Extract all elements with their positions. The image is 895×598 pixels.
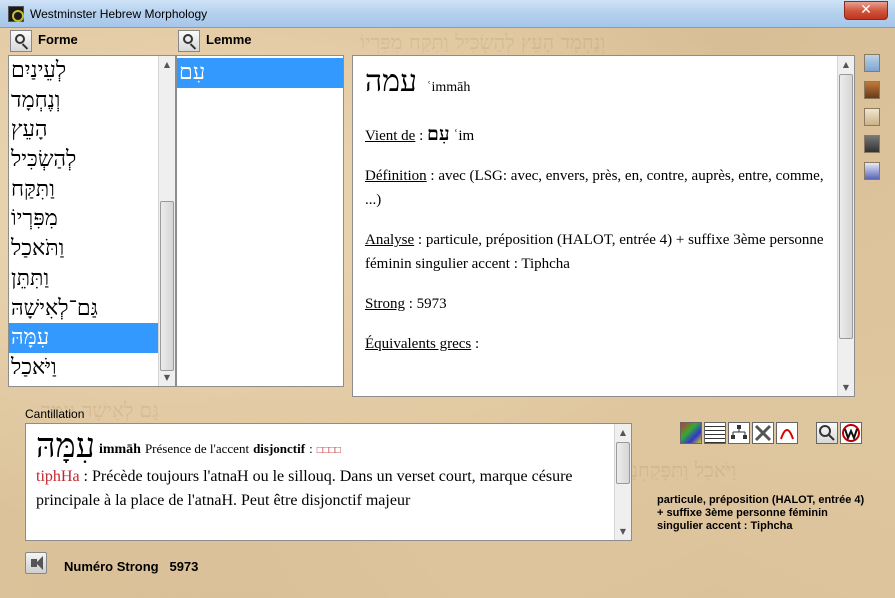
detail-translit: ʿimmāh: [426, 80, 471, 95]
cantillation-translit: immāh: [98, 442, 141, 457]
book-icon[interactable]: [864, 81, 880, 99]
cantillation-label: Cantillation: [25, 407, 85, 421]
equivalents-row: Équivalents grecs :: [365, 332, 835, 356]
westminster-logo-icon[interactable]: [840, 422, 862, 444]
forme-item[interactable]: וַתִּקַּח: [9, 175, 175, 205]
strong-text: : 5973: [405, 296, 447, 312]
background-text: וַיֹּאכַל וַתִּפָּקַחְנָה: [620, 458, 737, 482]
forme-label: Forme: [38, 32, 78, 47]
books-icon[interactable]: [680, 422, 702, 444]
background-text: וְנֶחְמָד הָעֵץ לְהַשְׂכִּיל וַתִּקַּח מ…: [360, 30, 606, 54]
title-bar: Westminster Hebrew Morphology ✕: [0, 0, 895, 28]
scroll-up-icon[interactable]: ▲: [615, 424, 631, 441]
forme-item[interactable]: וַתִּתֵּן: [9, 264, 175, 294]
pdf-icon[interactable]: [776, 422, 798, 444]
equivalents-text: :: [471, 336, 480, 352]
lemme-list[interactable]: עִם: [176, 55, 344, 387]
forme-search-button[interactable]: [10, 30, 32, 52]
lemme-label: Lemme: [206, 32, 252, 47]
magnifier-icon: [183, 34, 193, 44]
tools-icon[interactable]: [752, 422, 774, 444]
accent-name: tiphHa: [36, 468, 80, 485]
vient-de-translit: ʿim: [453, 128, 475, 144]
forme-item[interactable]: וְנֶחְמָד: [9, 86, 175, 116]
cantillation-scrollbar[interactable]: ▲ ▼: [614, 424, 631, 540]
vient-de-row: Vient de : עִם ʿim: [365, 123, 475, 145]
side-icon-strip: [864, 54, 882, 189]
cantillation-word: עִמָּהּ: [36, 426, 95, 466]
definition-row: Définition : avec (LSG: avec, envers, pr…: [365, 164, 835, 212]
emblem-icon[interactable]: [864, 162, 880, 180]
definition-label: Définition: [365, 168, 427, 184]
cantillation-colon: :: [309, 441, 313, 456]
forme-items: לְעֵינַיִם וְנֶחְמָד הָעֵץ לְהַשְׂכִּיל וַתִ…: [9, 56, 175, 383]
forme-item[interactable]: הָעֵץ: [9, 115, 175, 145]
definition-text: : avec (LSG: avec, envers, près, en, con…: [365, 168, 824, 208]
disjonctif-text: disjonctif: [253, 441, 306, 456]
document-icon[interactable]: [704, 422, 726, 444]
forme-item[interactable]: לְעֵינַיִם: [9, 56, 175, 86]
forme-item[interactable]: וַתֹּאכַל: [9, 234, 175, 264]
detail-word: עמה: [365, 64, 418, 99]
search-icon[interactable]: [816, 422, 838, 444]
forme-item[interactable]: מִפִּרְיוֹ: [9, 204, 175, 234]
lemme-item[interactable]: עִם: [177, 58, 343, 88]
lemme-search-button[interactable]: [178, 30, 200, 52]
forme-item[interactable]: לְהַשְׂכִּיל: [9, 145, 175, 175]
tree-icon[interactable]: [728, 422, 750, 444]
analysis-summary: particule, préposition (HALOT, entrée 4)…: [657, 494, 865, 532]
scroll-down-icon[interactable]: ▼: [838, 379, 854, 396]
forme-item[interactable]: עִמָּהּ: [9, 323, 159, 353]
analyse-label: Analyse: [365, 232, 415, 248]
strong-footer: Numéro Strong 5973: [64, 559, 198, 574]
analyse-text: : particule, préposition (HALOT, entrée …: [365, 232, 824, 272]
forme-list[interactable]: לְעֵינַיִם וְנֶחְמָד הָעֵץ לְהַשְׂכִּיל וַתִ…: [8, 55, 176, 387]
forme-scrollbar[interactable]: ▲ ▼: [158, 56, 175, 386]
detail-panel: עמה ʿimmāh Vient de : עִם ʿim Définition…: [352, 55, 855, 397]
strong-footer-label: Numéro Strong: [64, 559, 159, 574]
scroll-doc-icon[interactable]: [864, 54, 880, 72]
strong-footer-value: 5973: [169, 559, 199, 574]
photo-icon[interactable]: [864, 135, 880, 153]
accent-marks: □□□□: [316, 445, 341, 456]
scroll-up-icon[interactable]: ▲: [838, 56, 854, 73]
magnifier-icon: [15, 34, 25, 44]
strong-label: Strong: [365, 296, 406, 312]
accent-description: : Précède toujours l'atnaH ou le sillouq…: [36, 468, 573, 509]
scroll-down-icon[interactable]: ▼: [615, 523, 631, 540]
analyse-row: Analyse : particule, préposition (HALOT,…: [365, 228, 835, 276]
presence-text: Présence de l'accent: [144, 441, 250, 456]
forme-item[interactable]: וַיֹּאכַל: [9, 353, 175, 383]
close-button[interactable]: ✕: [844, 1, 888, 20]
scroll-down-icon[interactable]: ▼: [159, 369, 175, 386]
detail-scrollbar[interactable]: ▲ ▼: [837, 56, 854, 396]
cantillation-panel: עִמָּהּ immāh Présence de l'accent disjo…: [25, 423, 632, 541]
manuscript-icon[interactable]: [864, 108, 880, 126]
vient-de-label: Vient de: [365, 128, 416, 144]
scroll-thumb[interactable]: [839, 74, 853, 339]
strong-row: Strong : 5973: [365, 292, 835, 316]
vient-de-word[interactable]: עִם: [427, 123, 450, 145]
equivalents-label: Équivalents grecs: [365, 336, 472, 352]
scroll-thumb[interactable]: [616, 442, 630, 484]
app-icon: [8, 6, 24, 22]
speaker-icon[interactable]: [25, 552, 47, 574]
window-title: Westminster Hebrew Morphology: [30, 7, 208, 21]
forme-item[interactable]: גַּם־לְאִישָׁהּ: [9, 294, 175, 324]
scroll-thumb[interactable]: [160, 201, 174, 371]
scroll-up-icon[interactable]: ▲: [159, 56, 175, 73]
